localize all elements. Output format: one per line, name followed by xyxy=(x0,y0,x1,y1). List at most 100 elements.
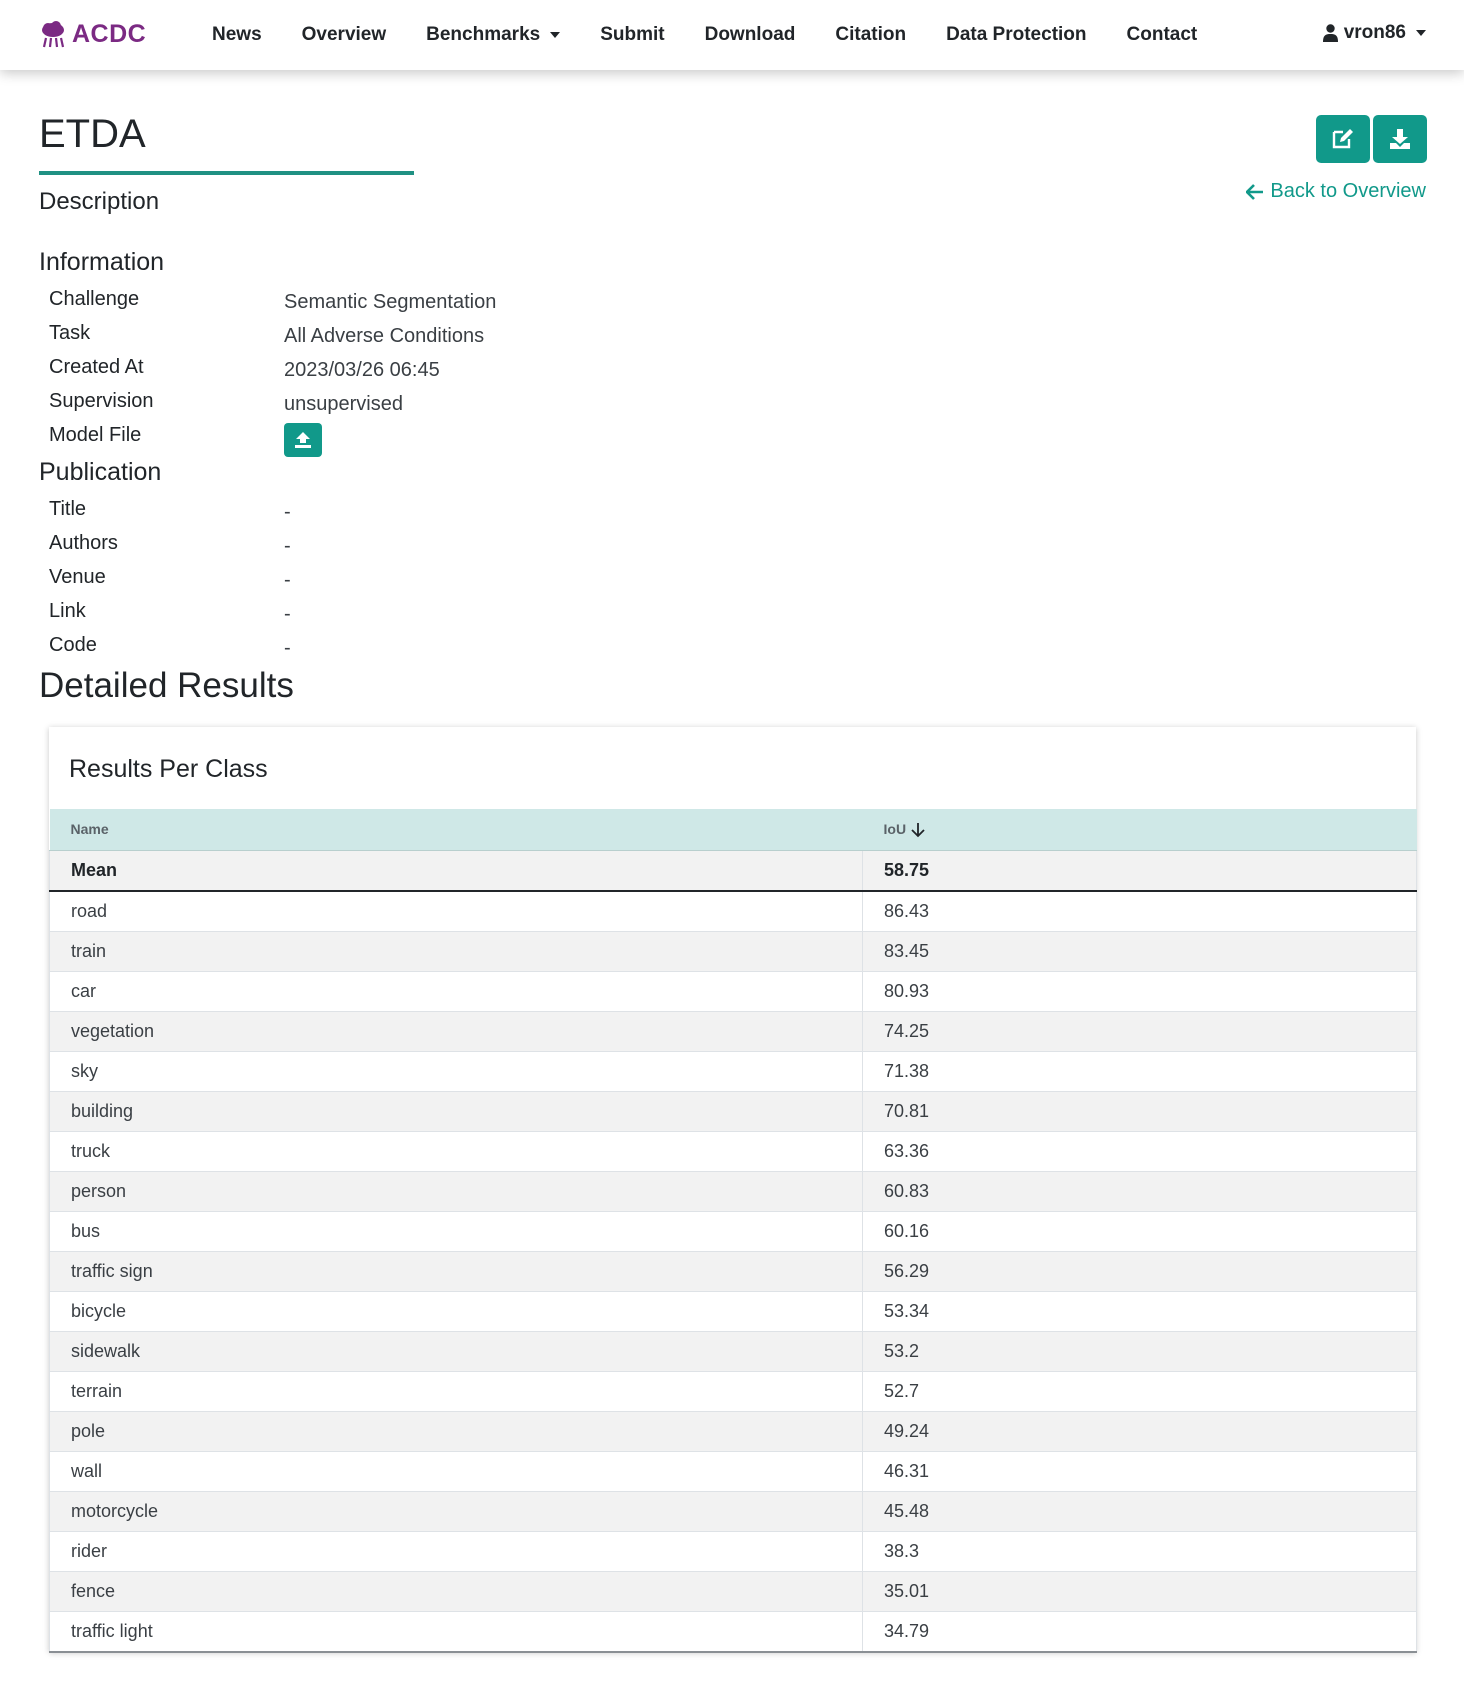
info-label-challenge: Challenge xyxy=(49,288,140,310)
cloud-rain-icon xyxy=(42,20,65,47)
cell-iou: 74.25 xyxy=(862,1010,1417,1051)
cell-iou: 56.29 xyxy=(862,1250,1417,1291)
table-row: terrain 52.7 xyxy=(49,1370,1417,1411)
pub-label-authors: Authors xyxy=(49,532,118,554)
column-header-name[interactable]: Name xyxy=(49,809,863,851)
column-header-iou[interactable]: IoU xyxy=(862,809,1417,851)
cell-iou: 58.75 xyxy=(862,849,1417,892)
cell-name: pole xyxy=(49,1410,863,1451)
cell-name: truck xyxy=(49,1130,863,1171)
cell-name: bus xyxy=(49,1210,863,1251)
nav-contact[interactable]: Contact xyxy=(1127,24,1198,46)
table-row: rider 38.3 xyxy=(49,1530,1417,1571)
pub-value-authors: - xyxy=(284,535,291,557)
back-to-overview-link[interactable]: Back to Overview xyxy=(1246,180,1426,203)
cell-name: building xyxy=(49,1090,863,1131)
cell-iou: 70.81 xyxy=(862,1090,1417,1131)
info-value-supervision: unsupervised xyxy=(284,393,403,415)
table-row: fence 35.01 xyxy=(49,1570,1417,1611)
cell-name: sky xyxy=(49,1050,863,1091)
pub-label-title: Title xyxy=(49,498,87,520)
table-row-mean: Mean 58.75 xyxy=(49,849,1417,892)
cell-iou: 53.2 xyxy=(862,1330,1417,1371)
cell-iou: 52.7 xyxy=(862,1370,1417,1411)
table-row: traffic light 34.79 xyxy=(49,1610,1417,1653)
caret-down-icon xyxy=(1416,30,1426,36)
table-row: motorcycle 45.48 xyxy=(49,1490,1417,1531)
pub-value-venue: - xyxy=(284,569,291,591)
publication-heading: Publication xyxy=(39,458,162,486)
title-underline xyxy=(39,171,414,175)
cell-name: rider xyxy=(49,1530,863,1571)
table-row: road 86.43 xyxy=(49,890,1417,931)
cell-iou: 60.83 xyxy=(862,1170,1417,1211)
cell-name: fence xyxy=(49,1570,863,1611)
table-row: wall 46.31 xyxy=(49,1450,1417,1491)
table-row: person 60.83 xyxy=(49,1170,1417,1211)
cell-iou: 83.45 xyxy=(862,930,1417,971)
table-row: bicycle 53.34 xyxy=(49,1290,1417,1331)
cell-name: Mean xyxy=(49,849,863,892)
pub-value-title: - xyxy=(284,501,291,523)
nav-download[interactable]: Download xyxy=(705,24,796,46)
column-header-iou-label: IoU xyxy=(883,820,907,837)
user-menu[interactable]: vron86 xyxy=(1322,22,1426,44)
cell-name: wall xyxy=(49,1450,863,1491)
table-row: sky 71.38 xyxy=(49,1050,1417,1091)
cell-iou: 80.93 xyxy=(862,970,1417,1011)
edit-icon xyxy=(1332,129,1353,149)
brand-logo[interactable]: ACDC xyxy=(40,20,146,49)
download-icon xyxy=(1390,129,1410,149)
results-table: Name IoU Mean 58.75 road 86.43 train 83.45 c… xyxy=(49,809,1417,1653)
cell-name: person xyxy=(49,1170,863,1211)
cell-iou: 38.3 xyxy=(862,1530,1417,1571)
table-row: vegetation 74.25 xyxy=(49,1010,1417,1051)
table-header-row: Name IoU xyxy=(49,809,1417,851)
results-card: Results Per Class Name IoU Mean 58.75 ro… xyxy=(49,727,1417,1653)
table-row: truck 63.36 xyxy=(49,1130,1417,1171)
brand-name: ACDC xyxy=(72,20,147,48)
navbar: ACDC News Overview Benchmarks Submit Dow… xyxy=(0,0,1464,70)
table-row: bus 60.16 xyxy=(49,1210,1417,1251)
cell-iou: 86.43 xyxy=(862,890,1417,931)
nav-submit[interactable]: Submit xyxy=(600,24,664,46)
nav-overview[interactable]: Overview xyxy=(302,24,387,46)
cell-iou: 46.31 xyxy=(862,1450,1417,1491)
info-label-model-file: Model File xyxy=(49,424,142,446)
info-label-supervision: Supervision xyxy=(49,390,154,412)
cell-iou: 60.16 xyxy=(862,1210,1417,1251)
arrow-left-icon xyxy=(1246,183,1264,200)
pub-label-venue: Venue xyxy=(49,566,106,588)
back-link-label: Back to Overview xyxy=(1270,180,1426,202)
pub-value-link: - xyxy=(284,603,291,625)
caret-down-icon xyxy=(550,32,561,38)
table-row: train 83.45 xyxy=(49,930,1417,971)
information-heading: Information xyxy=(39,248,165,276)
nav-citation[interactable]: Citation xyxy=(835,24,906,46)
nav-data-protection[interactable]: Data Protection xyxy=(946,24,1086,46)
pub-label-code: Code xyxy=(49,634,97,656)
cell-iou: 35.01 xyxy=(862,1570,1417,1611)
nav-benchmarks[interactable]: Benchmarks xyxy=(426,24,561,46)
edit-button[interactable] xyxy=(1316,115,1370,163)
results-card-title: Results Per Class xyxy=(69,755,268,783)
username: vron86 xyxy=(1343,22,1406,43)
table-row: traffic sign 56.29 xyxy=(49,1250,1417,1291)
cell-name: sidewalk xyxy=(49,1330,863,1371)
detailed-results-heading: Detailed Results xyxy=(39,666,294,705)
nav-news[interactable]: News xyxy=(212,24,262,46)
cell-name: vegetation xyxy=(49,1010,863,1051)
download-button[interactable] xyxy=(1373,115,1427,163)
cell-iou: 71.38 xyxy=(862,1050,1417,1091)
info-value-created-at: 2023/03/26 06:45 xyxy=(284,359,440,381)
model-file-upload-button[interactable] xyxy=(284,423,322,457)
cell-name: car xyxy=(49,970,863,1011)
sort-arrow-down-icon xyxy=(911,822,925,838)
info-label-created-at: Created At xyxy=(49,356,144,378)
info-value-challenge: Semantic Segmentation xyxy=(284,291,497,313)
table-row: building 70.81 xyxy=(49,1090,1417,1131)
pub-label-link: Link xyxy=(49,600,86,622)
cell-iou: 34.79 xyxy=(862,1610,1417,1653)
cell-name: bicycle xyxy=(49,1290,863,1331)
nav-menu: News Overview Benchmarks Submit Download… xyxy=(212,0,1237,70)
